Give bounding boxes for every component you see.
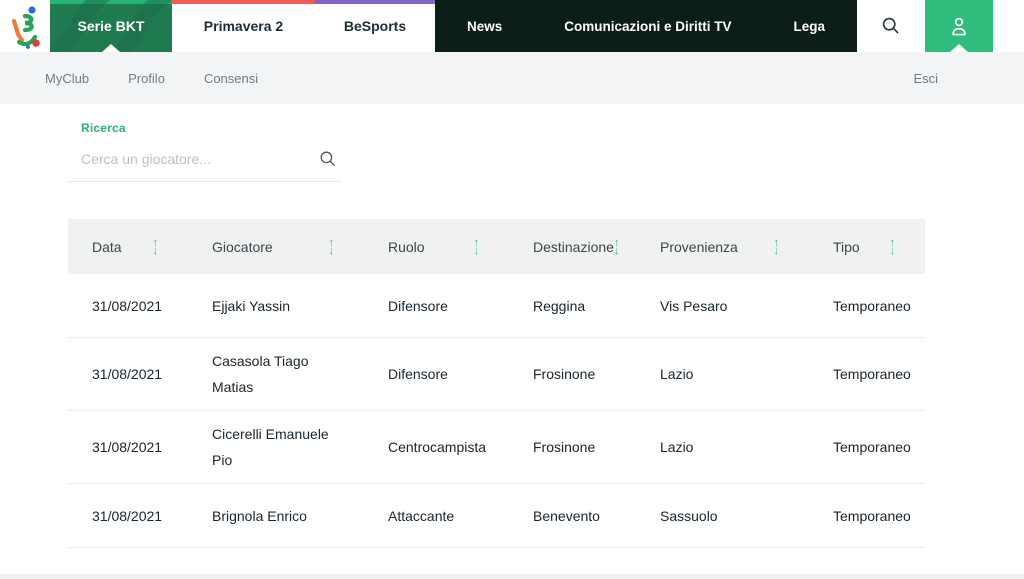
cell-data: 31/08/2021 xyxy=(92,297,163,314)
nav-item-comunicazioni[interactable]: Comunicazioni e Diritti TV xyxy=(564,19,731,34)
cell-provenienza: Vis Pesaro xyxy=(660,297,728,314)
cell-giocatore: Brignola Enrico xyxy=(212,507,307,524)
cell-provenienza: Lazio xyxy=(660,439,694,455)
sort-desc-icon: ↓ xyxy=(328,244,335,257)
player-search-field xyxy=(68,143,342,182)
cell-data: 31/08/2021 xyxy=(92,507,163,524)
column-header-tipo: Tipo ↑ ↓ xyxy=(833,236,896,257)
cell-tipo: Temporaneo xyxy=(833,366,911,382)
search-section-label: Ricerca xyxy=(81,121,126,135)
bottom-edge-strip xyxy=(0,574,1024,579)
sort-desc-icon: ↓ xyxy=(889,244,896,257)
sort-control-provenienza[interactable]: ↑ ↓ xyxy=(773,237,780,257)
secondary-nav: MyClub Profilo Consensi Esci xyxy=(0,52,1024,104)
active-account-notch xyxy=(950,44,968,52)
search-field-magnifier-icon[interactable] xyxy=(318,149,338,169)
cell-destinazione: Frosinone xyxy=(533,439,596,455)
sort-control-data[interactable]: ↑ ↓ xyxy=(152,237,159,257)
sort-control-ruolo[interactable]: ↑ ↓ xyxy=(473,237,480,257)
cell-ruolo: Centrocampista xyxy=(388,439,487,455)
logout-link[interactable]: Esci xyxy=(913,71,938,86)
league-logo[interactable] xyxy=(0,0,50,52)
main-content: Ricerca Data ↑ ↓ xyxy=(0,104,1024,579)
sort-desc-icon: ↓ xyxy=(613,244,620,257)
serie-b-logo-icon xyxy=(5,3,45,49)
tab-besports-label: BeSports xyxy=(343,18,407,34)
tab-besports-top-strip xyxy=(315,0,435,4)
table-row: 31/08/2021 Casasola Tiago Matias Difenso… xyxy=(68,338,925,411)
player-search-input[interactable] xyxy=(68,143,342,181)
sort-control-destinazione[interactable]: ↑ ↓ xyxy=(613,237,620,257)
sort-control-giocatore[interactable]: ↑ ↓ xyxy=(328,237,335,257)
sort-desc-icon: ↓ xyxy=(473,244,480,257)
top-navigation-bar: Serie BKT Primavera 2 BeSports News Comu… xyxy=(0,0,1024,52)
cell-data: 31/08/2021 xyxy=(92,439,163,455)
table-row: 31/08/2021 Brignola Enrico Attaccante Be… xyxy=(68,484,925,548)
subnav-item-consensi[interactable]: Consensi xyxy=(204,71,258,86)
subnav-item-myclub[interactable]: MyClub xyxy=(45,71,89,86)
cell-tipo: Temporaneo xyxy=(833,507,911,524)
cell-giocatore: Casasola Tiago Matias xyxy=(212,353,309,395)
cell-ruolo: Attaccante xyxy=(388,507,455,524)
user-icon xyxy=(947,14,971,38)
topbar-spacer xyxy=(993,0,1024,52)
cell-provenienza: Sassuolo xyxy=(660,507,718,524)
tab-primavera-2[interactable]: Primavera 2 xyxy=(172,0,315,52)
cell-tipo: Temporaneo xyxy=(833,439,911,455)
cell-data: 31/08/2021 xyxy=(92,366,163,382)
nav-item-lega[interactable]: Lega xyxy=(793,19,825,34)
cell-provenienza: Lazio xyxy=(660,366,694,382)
player-search-section: Ricerca xyxy=(68,121,342,182)
tab-besports[interactable]: BeSports xyxy=(315,0,435,52)
account-button[interactable] xyxy=(925,0,993,52)
sort-control-tipo[interactable]: ↑ ↓ xyxy=(889,237,896,257)
cell-destinazione: Reggina xyxy=(533,297,586,314)
cell-ruolo: Difensore xyxy=(388,297,448,314)
active-tab-notch xyxy=(102,44,120,52)
column-header-destinazione: Destinazione ↑ ↓ xyxy=(533,236,620,257)
column-header-ruolo: Ruolo ↑ ↓ xyxy=(388,236,480,257)
page: Serie BKT Primavera 2 BeSports News Comu… xyxy=(0,0,1024,579)
transfers-table: Data ↑ ↓ Giocatore ↑ ↓ Ruolo ↑ ↓ Destina… xyxy=(68,219,925,579)
cell-giocatore: Ejjaki Yassin xyxy=(212,297,291,314)
tab-primavera-top-strip xyxy=(172,0,315,4)
tab-serie-bkt-label: Serie BKT xyxy=(77,18,145,34)
cell-ruolo: Difensore xyxy=(388,366,448,382)
column-header-giocatore: Giocatore ↑ ↓ xyxy=(212,236,335,257)
tab-serie-bkt[interactable]: Serie BKT xyxy=(50,0,172,52)
tab-primavera-label: Primavera 2 xyxy=(203,18,284,34)
search-icon xyxy=(880,15,902,37)
table-row: 31/08/2021 Ejjaki Yassin Difensore Reggi… xyxy=(68,274,925,338)
subnav-item-profilo[interactable]: Profilo xyxy=(128,71,165,86)
header-search-button[interactable] xyxy=(857,0,925,52)
column-header-data: Data ↑ ↓ xyxy=(92,236,159,257)
sort-desc-icon: ↓ xyxy=(773,244,780,257)
nav-item-news[interactable]: News xyxy=(467,19,502,34)
table-row: 31/08/2021 Cicerelli Emanuele Pio Centro… xyxy=(68,411,925,484)
cell-destinazione: Frosinone xyxy=(533,366,596,382)
cell-giocatore: Cicerelli Emanuele Pio xyxy=(212,426,329,468)
cell-tipo: Temporaneo xyxy=(833,297,911,314)
table-header-row: Data ↑ ↓ Giocatore ↑ ↓ Ruolo ↑ ↓ Destina… xyxy=(68,219,925,274)
sort-desc-icon: ↓ xyxy=(152,244,159,257)
main-nav: News Comunicazioni e Diritti TV Lega xyxy=(435,0,857,52)
column-header-provenienza: Provenienza ↑ ↓ xyxy=(660,236,780,257)
cell-destinazione: Benevento xyxy=(533,507,600,524)
